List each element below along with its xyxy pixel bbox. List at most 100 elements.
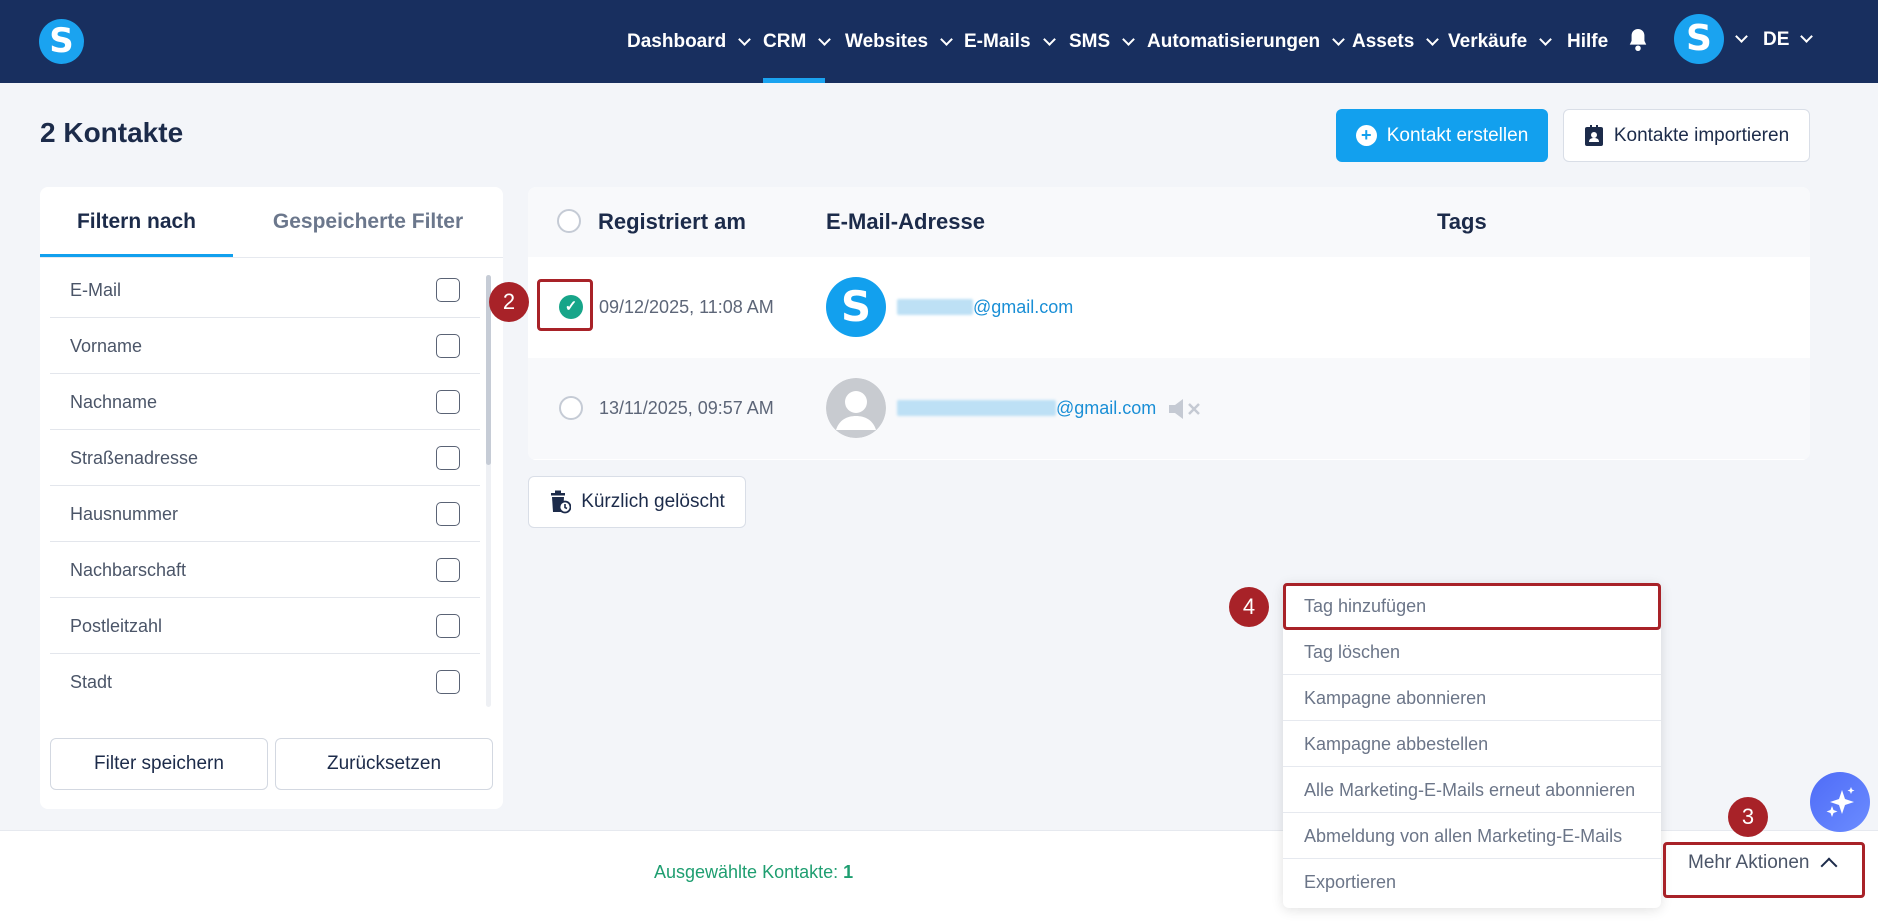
contact-card-icon (1584, 124, 1603, 146)
filter-checkbox[interactable] (436, 502, 460, 526)
user-avatar[interactable]: S (1674, 14, 1724, 64)
contact-avatar: S (826, 277, 886, 337)
page-title: 2 Kontakte (40, 117, 184, 148)
selected-contacts-indicator: Ausgewählte Kontakte: 1 (654, 831, 853, 913)
import-contacts-label: Kontakte importieren (1613, 124, 1790, 146)
sparkle-icon (1826, 787, 1855, 817)
table-row[interactable]: 13/11/2025, 09:57 AM @gmail.com (528, 358, 1810, 459)
nav-label: Websites (845, 30, 929, 52)
registered-date: 13/11/2025, 09:57 AM (599, 398, 774, 418)
filter-label: Postleitzahl (70, 616, 163, 636)
nav-crm[interactable]: CRM (763, 0, 832, 83)
nav-label: Dashboard (627, 30, 727, 52)
filter-label: Nachbarschaft (70, 560, 187, 580)
chevron-down-icon (1122, 32, 1136, 46)
annotation-box-4 (1283, 583, 1661, 630)
recently-deleted-button[interactable]: Kürzlich gelöscht (528, 476, 746, 528)
filter-label: E-Mail (70, 280, 122, 300)
top-navigation-bar: S Dashboard CRM Websites E-Mails SMS Aut… (0, 0, 1878, 83)
nav-label: E-Mails (964, 30, 1031, 52)
filter-label: Hausnummer (70, 504, 179, 524)
import-contacts-button[interactable]: Kontakte importieren (1563, 109, 1810, 162)
plus-circle-icon: + (1355, 125, 1377, 146)
chevron-down-icon (1332, 32, 1345, 46)
filter-label: Nachname (70, 392, 158, 412)
chevron-down-icon (1539, 32, 1553, 46)
filter-row-firstname[interactable]: Vorname (50, 318, 480, 374)
tab-filter-by[interactable]: Filtern nach (40, 187, 233, 257)
nav-dashboard[interactable]: Dashboard (627, 0, 752, 83)
menu-item-export[interactable]: Exportieren (1283, 859, 1661, 905)
bell-icon[interactable] (1627, 27, 1649, 53)
filter-row-lastname[interactable]: Nachname (50, 374, 480, 430)
default-avatar-icon (826, 378, 886, 438)
nav-label: Hilfe (1567, 30, 1609, 52)
filter-checkbox[interactable] (436, 334, 460, 358)
annotation-badge-4: 4 (1229, 587, 1269, 627)
save-filter-button[interactable]: Filter speichern (50, 738, 268, 790)
column-email[interactable]: E-Mail-Adresse (826, 187, 985, 257)
filter-field-list: E-Mail Vorname Nachname Straßenadresse H… (50, 262, 480, 710)
nav-websites[interactable]: Websites (845, 0, 953, 83)
filter-row-email[interactable]: E-Mail (50, 262, 480, 318)
nav-assets[interactable]: Assets (1352, 0, 1440, 83)
muted-speaker-icon (1169, 399, 1200, 419)
menu-item-unsubscribe-all[interactable]: Abmeldung von allen Marketing-E-Mails (1283, 813, 1661, 859)
redacted-email-part (897, 399, 1056, 416)
nav-sms[interactable]: SMS (1069, 0, 1136, 83)
filter-panel: Filtern nach Gespeicherte Filter E-Mail … (40, 187, 503, 809)
menu-item-subscribe-campaign[interactable]: Kampagne abonnieren (1283, 675, 1661, 721)
filter-row-neighbourhood[interactable]: Nachbarschaft (50, 542, 480, 598)
nav-label: Assets (1352, 30, 1415, 52)
column-registered[interactable]: Registriert am (598, 187, 746, 257)
nav-automatisierungen[interactable]: Automatisierungen (1147, 0, 1345, 83)
selected-label: Ausgewählte Kontakte: (654, 862, 839, 882)
create-contact-label: Kontakt erstellen (1386, 124, 1529, 146)
row-select-radio[interactable] (559, 396, 583, 420)
filter-row-housenumber[interactable]: Hausnummer (50, 486, 480, 542)
recently-deleted-label: Kürzlich gelöscht (581, 491, 725, 512)
tab-saved-filters[interactable]: Gespeicherte Filter (233, 187, 503, 257)
filter-row-zip[interactable]: Postleitzahl (50, 598, 480, 654)
filter-checkbox[interactable] (436, 670, 460, 694)
chevron-down-icon (1042, 32, 1056, 46)
filter-checkbox[interactable] (436, 446, 460, 470)
contact-email[interactable]: @gmail.com (897, 358, 1156, 459)
filter-row-street[interactable]: Straßenadresse (50, 430, 480, 486)
nav-label: SMS (1069, 30, 1111, 52)
nav-hilfe[interactable]: Hilfe (1567, 0, 1608, 83)
nav-label: Verkäufe (1448, 30, 1528, 52)
create-contact-button[interactable]: + Kontakt erstellen (1336, 109, 1548, 162)
contact-email[interactable]: @gmail.com (897, 257, 1073, 358)
nav-verkaeufe[interactable]: Verkäufe (1448, 0, 1553, 83)
filter-checkbox[interactable] (436, 614, 460, 638)
chevron-down-icon (940, 32, 953, 46)
annotation-badge-2: 2 (489, 282, 529, 322)
filter-checkbox[interactable] (436, 278, 460, 302)
table-row[interactable]: ✓ 09/12/2025, 11:08 AM S @gmail.com (528, 257, 1810, 358)
menu-item-resubscribe-all[interactable]: Alle Marketing-E-Mails erneut abonnieren (1283, 767, 1661, 813)
chevron-down-icon (1426, 32, 1440, 46)
filter-checkbox[interactable] (436, 390, 460, 414)
annotation-box-2 (537, 279, 593, 331)
filter-label: Stadt (70, 672, 113, 692)
chevron-down-icon[interactable] (1735, 30, 1748, 43)
chevron-down-icon (818, 32, 832, 46)
select-all-radio[interactable] (557, 209, 581, 233)
menu-item-unsubscribe-campaign[interactable]: Kampagne abbestellen (1283, 721, 1661, 767)
filter-checkbox[interactable] (436, 558, 460, 582)
menu-item-delete-tag[interactable]: Tag löschen (1283, 629, 1661, 675)
app-logo[interactable]: S (39, 19, 84, 64)
email-domain: @gmail.com (973, 297, 1074, 317)
tab-divider (40, 257, 503, 258)
chevron-down-icon[interactable] (1800, 30, 1813, 43)
ai-assistant-button[interactable] (1810, 772, 1870, 832)
annotation-box-3 (1663, 842, 1865, 898)
nav-emails[interactable]: E-Mails (964, 0, 1056, 83)
column-tags[interactable]: Tags (1437, 187, 1487, 257)
language-selector[interactable]: DE (1763, 0, 1789, 80)
reset-filter-button[interactable]: Zurücksetzen (275, 738, 493, 790)
contacts-table: Registriert am E-Mail-Adresse Tags ✓ 09/… (528, 187, 1810, 460)
more-actions-menu: Tag hinzufügen Tag löschen Kampagne abon… (1283, 583, 1661, 908)
filter-row-city[interactable]: Stadt (50, 654, 480, 710)
